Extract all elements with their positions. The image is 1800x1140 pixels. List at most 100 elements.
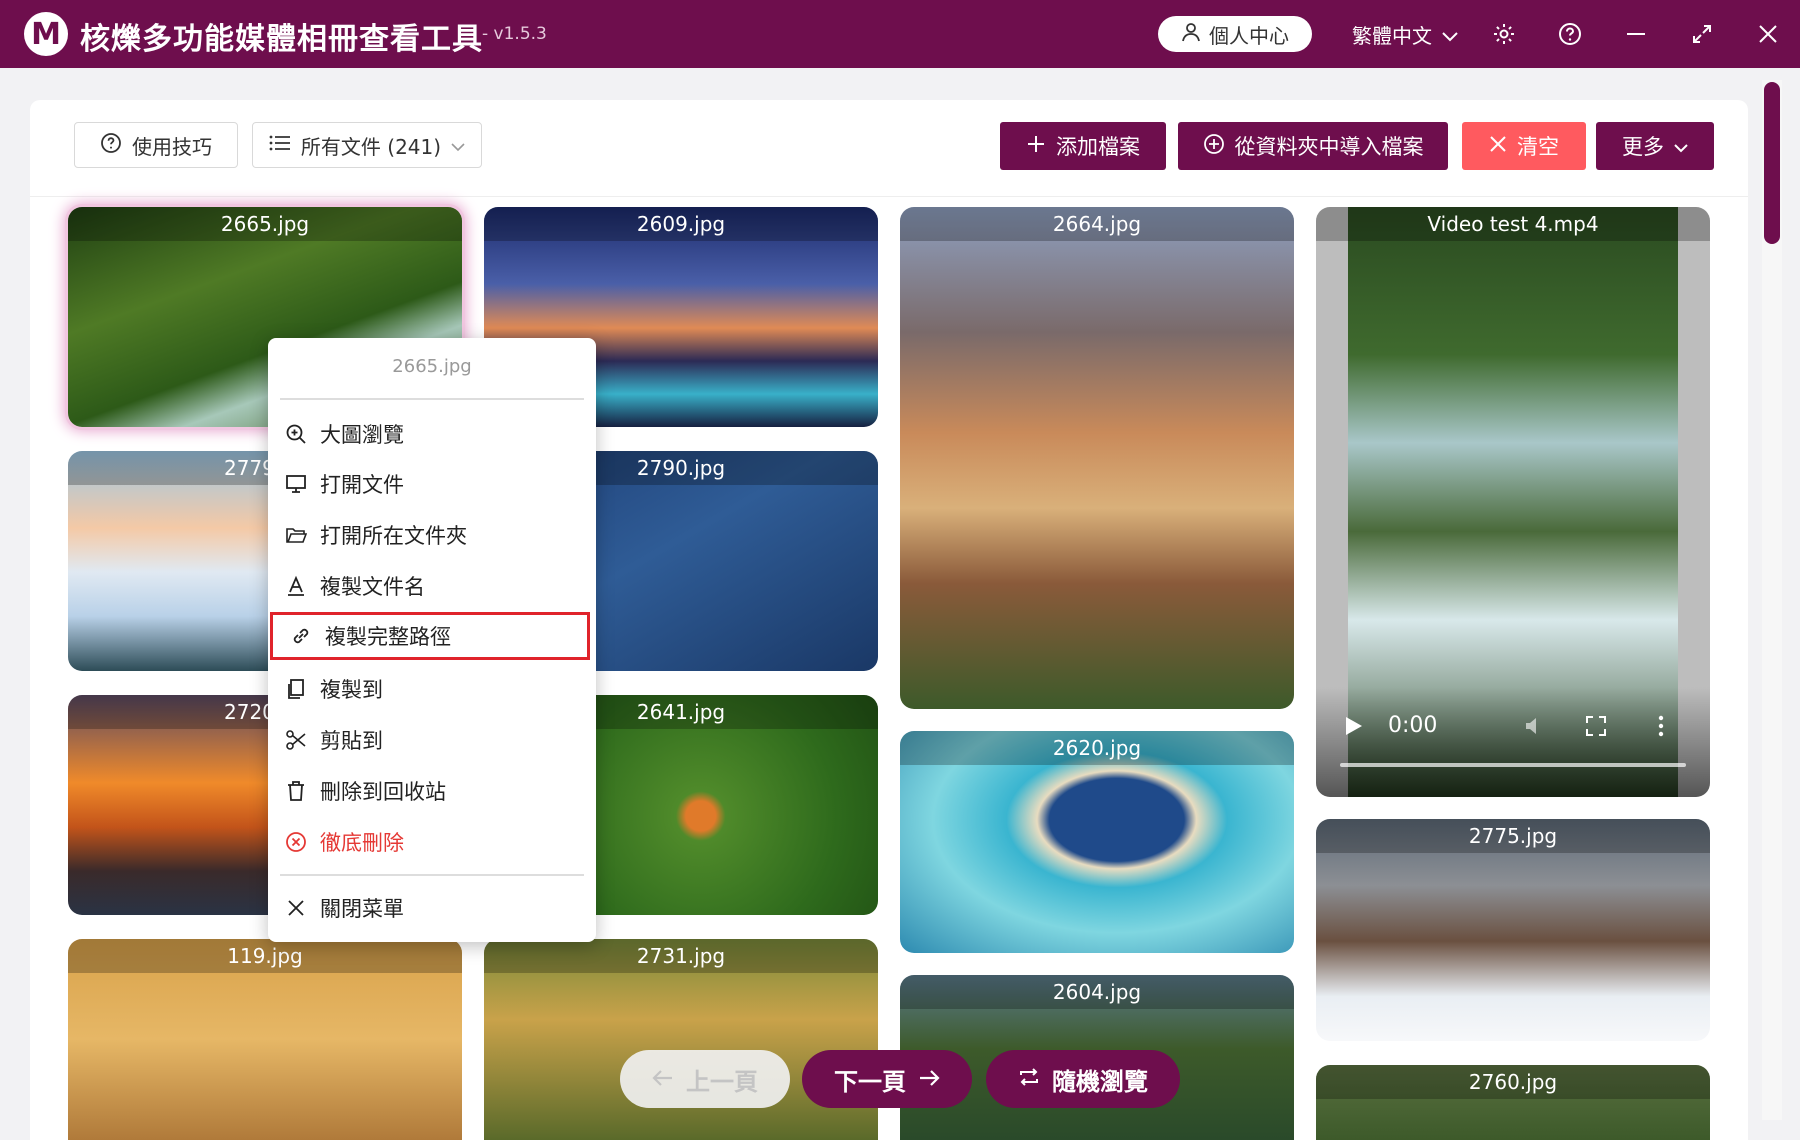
media-tile[interactable]: 2664.jpg (900, 207, 1294, 709)
folder-open-icon (284, 523, 308, 547)
media-tile[interactable]: 2620.jpg (900, 731, 1294, 953)
menu-item-label: 複製文件名 (320, 575, 425, 599)
minimize-icon[interactable] (1620, 18, 1652, 50)
tile-filename: 2664.jpg (900, 207, 1294, 241)
menu-item-open-file[interactable]: 打開文件 (268, 460, 596, 508)
fullscreen-icon[interactable] (1586, 716, 1606, 740)
shuffle-icon (1018, 1065, 1040, 1093)
media-tile[interactable]: 2731.jpg (484, 939, 878, 1140)
language-label: 繁體中文 (1352, 24, 1432, 48)
volume-icon[interactable] (1524, 715, 1546, 741)
maximize-icon[interactable] (1686, 18, 1718, 50)
close-window-icon[interactable] (1752, 18, 1784, 50)
context-menu-header: 2665.jpg (392, 356, 472, 377)
plus-circle-icon (1203, 133, 1225, 160)
menu-item-copy-filename[interactable]: 複製文件名 (268, 562, 596, 610)
random-browse-button[interactable]: 隨機瀏覽 (986, 1050, 1180, 1108)
title-bar: M 核爍多功能媒體相冊查看工具 - v1.5.3 個人中心 繁體中文 (0, 0, 1800, 68)
tile-filename: 2775.jpg (1316, 819, 1710, 853)
menu-item-label: 複製到 (320, 678, 383, 702)
more-options-icon[interactable] (1658, 715, 1664, 741)
prev-page-button[interactable]: 上一頁 (620, 1050, 790, 1108)
tile-filename: 2760.jpg (1316, 1065, 1710, 1099)
video-time: 0:00 (1388, 713, 1438, 738)
link-icon (289, 624, 313, 648)
close-icon (284, 896, 308, 920)
close-icon (1489, 134, 1507, 158)
more-label: 更多 (1622, 135, 1664, 159)
prev-page-label: 上一頁 (686, 1067, 758, 1096)
zoom-in-icon (284, 422, 308, 446)
more-button[interactable]: 更多 (1596, 122, 1714, 170)
all-files-select[interactable]: 所有文件 (241) (252, 122, 482, 168)
tile-filename: 2665.jpg (68, 207, 462, 241)
app-title: 核爍多功能媒體相冊查看工具 (80, 22, 483, 57)
app-logo: M (24, 12, 68, 56)
menu-divider (280, 874, 584, 876)
scrollbar-thumb[interactable] (1764, 82, 1780, 244)
media-tile[interactable]: 2760.jpg (1316, 1065, 1710, 1140)
plus-icon (1026, 134, 1046, 159)
add-files-button[interactable]: 添加檔案 (1000, 122, 1166, 170)
media-tile[interactable]: 119.jpg (68, 939, 462, 1140)
tile-filename: 2609.jpg (484, 207, 878, 241)
menu-item-label: 刪除到回收站 (320, 780, 446, 804)
chevron-down-icon (1442, 23, 1458, 47)
menu-item-recycle[interactable]: 刪除到回收站 (268, 767, 596, 815)
next-page-label: 下一頁 (834, 1067, 906, 1096)
chevron-down-icon (451, 133, 465, 157)
menu-item-copy-full-path[interactable]: 複製完整路徑 (270, 612, 590, 660)
arrow-left-icon (652, 1065, 674, 1093)
import-folder-button[interactable]: 從資料夾中導入檔案 (1178, 122, 1448, 170)
menu-item-label: 剪貼到 (320, 729, 383, 753)
menu-item-label: 關閉菜單 (320, 897, 404, 921)
language-select[interactable]: 繁體中文 (1352, 20, 1458, 49)
menu-item-label: 徹底刪除 (320, 831, 404, 855)
clear-button[interactable]: 清空 (1462, 122, 1586, 170)
menu-item-label: 打開所在文件夾 (320, 524, 467, 548)
tile-filename: Video test 4.mp4 (1316, 207, 1710, 241)
menu-divider (280, 398, 584, 400)
add-files-label: 添加檔案 (1056, 135, 1140, 159)
tips-button[interactable]: 使用技巧 (74, 122, 238, 168)
menu-item-label: 複製完整路徑 (325, 625, 451, 649)
settings-gear-icon[interactable] (1488, 18, 1520, 50)
close-circle-icon (284, 830, 308, 854)
menu-item-delete-permanently[interactable]: 徹底刪除 (268, 818, 596, 866)
tile-filename: 2604.jpg (900, 975, 1294, 1009)
trash-icon (284, 779, 308, 803)
next-page-button[interactable]: 下一頁 (802, 1050, 972, 1108)
arrow-right-icon (918, 1065, 940, 1093)
user-center-label: 個人中心 (1209, 23, 1289, 48)
toolbar-divider (30, 196, 1748, 197)
tile-filename: 119.jpg (68, 939, 462, 973)
random-browse-label: 隨機瀏覽 (1052, 1067, 1148, 1096)
question-circle-icon (100, 132, 122, 159)
list-icon (269, 133, 291, 157)
menu-item-copy-to[interactable]: 複製到 (268, 665, 596, 713)
help-icon[interactable] (1554, 18, 1586, 50)
menu-item-close-menu[interactable]: 關閉菜單 (268, 884, 596, 932)
text-icon (284, 574, 308, 598)
chevron-down-icon (1674, 134, 1688, 158)
context-menu: 2665.jpg 大圖瀏覽 打開文件 打開所在文件夾 複製文件名 複製完整路徑 (268, 338, 596, 942)
import-folder-label: 從資料夾中導入檔案 (1234, 135, 1424, 159)
tile-filename: 2731.jpg (484, 939, 878, 973)
tips-label: 使用技巧 (132, 134, 212, 159)
menu-item-open-folder[interactable]: 打開所在文件夾 (268, 511, 596, 559)
menu-item-move-to[interactable]: 剪貼到 (268, 716, 596, 764)
app-version: - v1.5.3 (482, 24, 547, 44)
scissors-icon (284, 728, 308, 752)
clear-label: 清空 (1517, 135, 1559, 159)
play-icon[interactable] (1344, 715, 1364, 741)
all-files-label: 所有文件 (241) (300, 134, 442, 159)
user-center-button[interactable]: 個人中心 (1158, 16, 1312, 52)
monitor-icon (284, 472, 308, 496)
video-progress-bar[interactable] (1340, 763, 1686, 767)
video-tile[interactable]: Video test 4.mp4 0:00 (1316, 207, 1710, 797)
menu-item-label: 打開文件 (320, 473, 404, 497)
tile-filename: 2620.jpg (900, 731, 1294, 765)
user-icon (1181, 22, 1201, 47)
media-tile[interactable]: 2775.jpg (1316, 819, 1710, 1041)
menu-item-preview[interactable]: 大圖瀏覽 (268, 410, 596, 458)
